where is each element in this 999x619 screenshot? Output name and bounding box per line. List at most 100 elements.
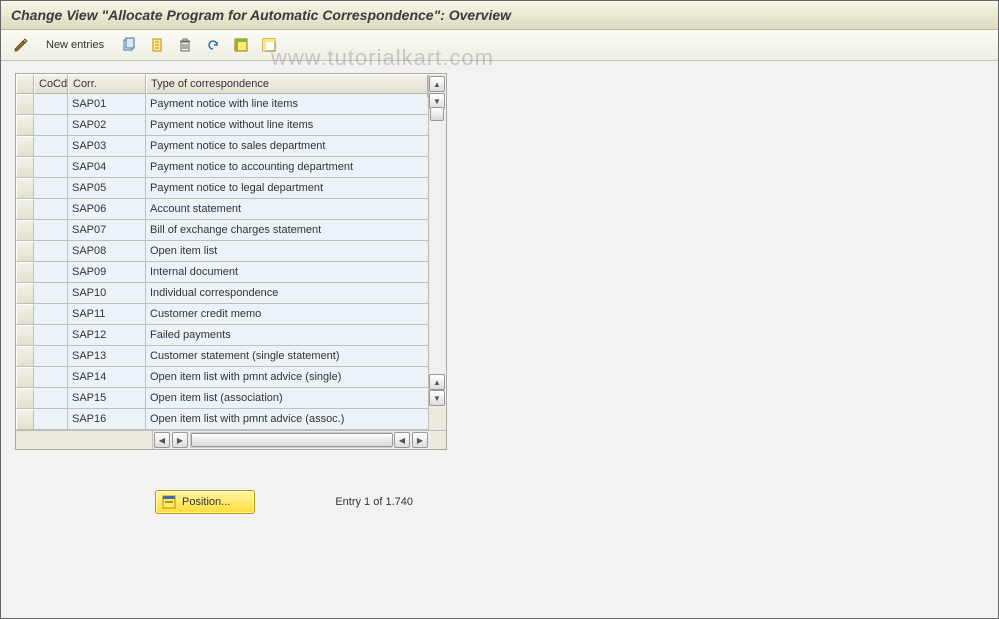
- copy-as-icon[interactable]: [117, 33, 141, 57]
- select-all-icon[interactable]: [229, 33, 253, 57]
- cell-type[interactable]: Open item list: [146, 241, 429, 262]
- table-row[interactable]: SAP09Internal document: [16, 262, 429, 283]
- row-selector[interactable]: [16, 115, 34, 136]
- scroll-up-arrow-icon[interactable]: ▲: [429, 76, 445, 92]
- table-row[interactable]: SAP16Open item list with pmnt advice (as…: [16, 409, 429, 430]
- cell-cocd[interactable]: [34, 262, 68, 283]
- row-selector[interactable]: [16, 94, 34, 115]
- table-row[interactable]: SAP04Payment notice to accounting depart…: [16, 157, 429, 178]
- new-entries-button[interactable]: New entries: [37, 33, 113, 57]
- row-selector[interactable]: [16, 367, 34, 388]
- scroll-down-step-icon[interactable]: ▲: [429, 374, 445, 390]
- cell-corr[interactable]: SAP04: [68, 157, 146, 178]
- cell-corr[interactable]: SAP14: [68, 367, 146, 388]
- h-scroll-track[interactable]: [190, 432, 392, 448]
- table-row[interactable]: SAP15Open item list (association): [16, 388, 429, 409]
- row-selector[interactable]: [16, 199, 34, 220]
- row-selector[interactable]: [16, 157, 34, 178]
- h-scroll-thumb[interactable]: [191, 433, 393, 447]
- table-row[interactable]: SAP03Payment notice to sales department: [16, 136, 429, 157]
- table-row[interactable]: SAP07Bill of exchange charges statement: [16, 220, 429, 241]
- cell-type[interactable]: Payment notice without line items: [146, 115, 429, 136]
- row-selector[interactable]: [16, 220, 34, 241]
- row-selector[interactable]: [16, 304, 34, 325]
- row-selector[interactable]: [16, 409, 34, 430]
- scroll-down-arrow-icon[interactable]: ▼: [429, 390, 445, 406]
- horizontal-scrollbar[interactable]: ◀ ▶ ◀ ▶: [16, 430, 446, 449]
- toggle-display-change-icon[interactable]: [9, 33, 33, 57]
- cell-type[interactable]: Open item list with pmnt advice (single): [146, 367, 429, 388]
- cell-type[interactable]: Internal document: [146, 262, 429, 283]
- row-selector[interactable]: [16, 325, 34, 346]
- row-selector[interactable]: [16, 346, 34, 367]
- scroll-left-step-icon[interactable]: ▶: [172, 432, 188, 448]
- row-selector[interactable]: [16, 262, 34, 283]
- col-header-cocd[interactable]: CoCd: [34, 74, 68, 94]
- cell-type[interactable]: Payment notice to accounting department: [146, 157, 429, 178]
- cell-corr[interactable]: SAP16: [68, 409, 146, 430]
- row-selector[interactable]: [16, 178, 34, 199]
- cell-cocd[interactable]: [34, 325, 68, 346]
- cell-corr[interactable]: SAP01: [68, 94, 146, 115]
- row-selector[interactable]: [16, 241, 34, 262]
- row-selector-header[interactable]: [16, 74, 34, 94]
- cell-type[interactable]: Account statement: [146, 199, 429, 220]
- cell-cocd[interactable]: [34, 220, 68, 241]
- cell-type[interactable]: Payment notice with line items: [146, 94, 429, 115]
- cell-cocd[interactable]: [34, 346, 68, 367]
- cell-cocd[interactable]: [34, 94, 68, 115]
- cell-cocd[interactable]: [34, 388, 68, 409]
- cell-corr[interactable]: SAP13: [68, 346, 146, 367]
- position-button[interactable]: Position...: [155, 490, 255, 514]
- cell-corr[interactable]: SAP08: [68, 241, 146, 262]
- table-row[interactable]: SAP05Payment notice to legal department: [16, 178, 429, 199]
- cell-corr[interactable]: SAP09: [68, 262, 146, 283]
- cell-type[interactable]: Open item list (association): [146, 388, 429, 409]
- cell-type[interactable]: Individual correspondence: [146, 283, 429, 304]
- cell-corr[interactable]: SAP10: [68, 283, 146, 304]
- table-row[interactable]: SAP06Account statement: [16, 199, 429, 220]
- cell-cocd[interactable]: [34, 367, 68, 388]
- cell-corr[interactable]: SAP15: [68, 388, 146, 409]
- vertical-scrollbar[interactable]: ▲ ▼ ▲ ▼: [428, 75, 445, 408]
- scroll-right-step-icon[interactable]: ◀: [394, 432, 410, 448]
- copy-icon[interactable]: [145, 33, 169, 57]
- scroll-right-arrow-icon[interactable]: ▶: [412, 432, 428, 448]
- table-row[interactable]: SAP08Open item list: [16, 241, 429, 262]
- table-row[interactable]: SAP14Open item list with pmnt advice (si…: [16, 367, 429, 388]
- cell-corr[interactable]: SAP07: [68, 220, 146, 241]
- col-header-type[interactable]: Type of correspondence: [146, 74, 429, 94]
- row-selector[interactable]: [16, 283, 34, 304]
- scrollbar-track[interactable]: [430, 107, 444, 376]
- cell-corr[interactable]: SAP02: [68, 115, 146, 136]
- row-selector[interactable]: [16, 136, 34, 157]
- row-selector[interactable]: [16, 388, 34, 409]
- scroll-left-arrow-icon[interactable]: ◀: [154, 432, 170, 448]
- cell-type[interactable]: Bill of exchange charges statement: [146, 220, 429, 241]
- cell-cocd[interactable]: [34, 136, 68, 157]
- cell-corr[interactable]: SAP03: [68, 136, 146, 157]
- cell-corr[interactable]: SAP06: [68, 199, 146, 220]
- cell-cocd[interactable]: [34, 409, 68, 430]
- cell-type[interactable]: Payment notice to legal department: [146, 178, 429, 199]
- cell-type[interactable]: Failed payments: [146, 325, 429, 346]
- cell-type[interactable]: Open item list with pmnt advice (assoc.): [146, 409, 429, 430]
- cell-type[interactable]: Payment notice to sales department: [146, 136, 429, 157]
- deselect-all-icon[interactable]: [257, 33, 281, 57]
- scrollbar-thumb[interactable]: [430, 107, 444, 121]
- cell-cocd[interactable]: [34, 178, 68, 199]
- table-row[interactable]: SAP10Individual correspondence: [16, 283, 429, 304]
- cell-corr[interactable]: SAP12: [68, 325, 146, 346]
- cell-cocd[interactable]: [34, 157, 68, 178]
- cell-type[interactable]: Customer statement (single statement): [146, 346, 429, 367]
- table-row[interactable]: SAP12Failed payments: [16, 325, 429, 346]
- table-row[interactable]: SAP13Customer statement (single statemen…: [16, 346, 429, 367]
- cell-cocd[interactable]: [34, 304, 68, 325]
- delete-icon[interactable]: [173, 33, 197, 57]
- cell-cocd[interactable]: [34, 283, 68, 304]
- cell-cocd[interactable]: [34, 199, 68, 220]
- undo-icon[interactable]: [201, 33, 225, 57]
- table-row[interactable]: SAP11Customer credit memo: [16, 304, 429, 325]
- cell-cocd[interactable]: [34, 115, 68, 136]
- table-row[interactable]: SAP02Payment notice without line items: [16, 115, 429, 136]
